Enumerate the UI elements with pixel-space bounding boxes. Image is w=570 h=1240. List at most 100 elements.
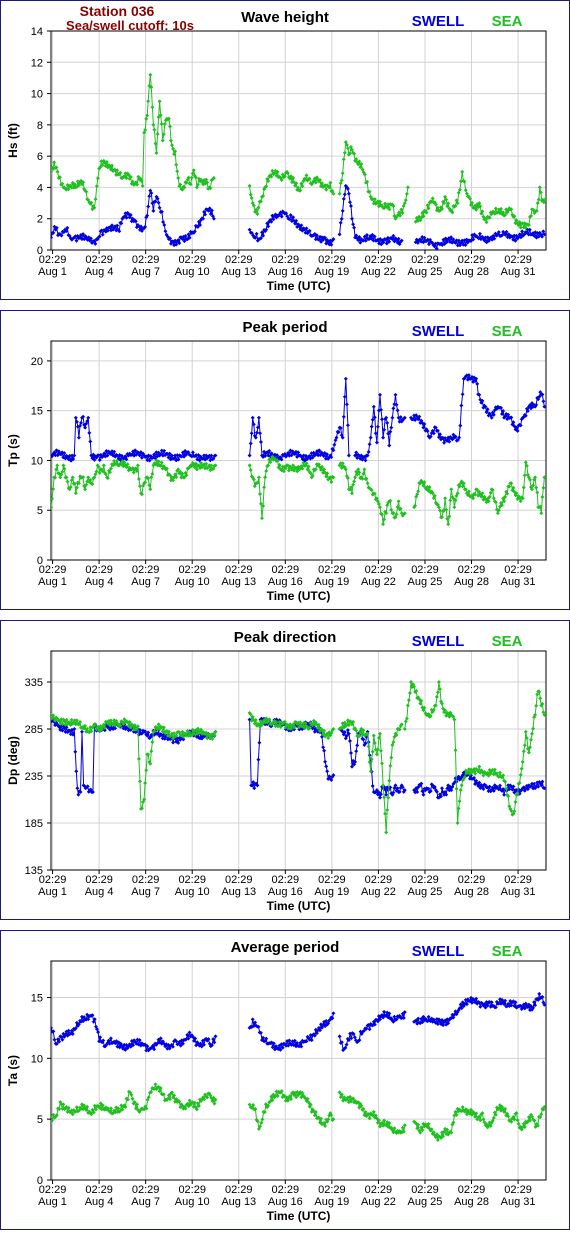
data-point <box>381 522 386 527</box>
y-tick-label: 10 <box>31 1053 43 1065</box>
data-point <box>362 467 367 472</box>
peak-direction-panel: 135 185 235 285 335 02:29 Aug 1 02:29 Aug 4 02:29… <box>0 620 570 920</box>
data-point <box>531 726 536 731</box>
data-point <box>371 733 376 738</box>
data-point <box>147 194 152 199</box>
data-point <box>101 463 106 468</box>
data-point <box>340 171 345 176</box>
data-point <box>260 1117 265 1122</box>
y-axis-label: Ta (s) <box>6 1055 20 1086</box>
data-point <box>539 511 544 516</box>
peak-period-panel: 0 5 10 15 20 02:29 Aug 1 02:29 Aug 4 02:29 Aug 7 02… <box>0 310 570 610</box>
data-point <box>416 489 421 494</box>
data-point <box>390 415 395 420</box>
data-point <box>213 1034 218 1039</box>
x-tick-date: Aug 19 <box>314 576 349 588</box>
average-period-chart: 05101502:29Aug 102:29Aug 402:29Aug 702:2… <box>6 939 547 1223</box>
data-point <box>540 495 545 499</box>
data-point <box>484 220 489 225</box>
data-point <box>258 431 262 436</box>
x-tick-time: 02:29 <box>39 254 67 266</box>
x-tick-time: 02:29 <box>132 564 160 576</box>
data-point <box>526 750 531 755</box>
data-point <box>460 169 465 174</box>
data-point <box>459 783 464 788</box>
data-point <box>346 453 351 458</box>
data-point <box>256 415 261 420</box>
data-point <box>367 442 372 447</box>
chart-title: Wave height <box>241 9 329 26</box>
y-tick-label: 10 <box>31 89 43 101</box>
data-point <box>146 204 151 209</box>
data-point <box>448 498 453 503</box>
data-point <box>155 132 160 136</box>
data-point <box>430 196 435 201</box>
data-point <box>324 764 329 769</box>
x-tick-date: Aug 22 <box>361 1196 396 1208</box>
x-tick-date: Aug 10 <box>175 266 210 278</box>
data-point <box>55 169 60 174</box>
x-tick-time: 02:29 <box>458 874 486 886</box>
x-tick-time: 02:29 <box>132 1184 160 1196</box>
data-point <box>457 799 462 804</box>
data-point <box>353 475 358 480</box>
data-point <box>250 415 255 420</box>
data-point <box>151 208 156 213</box>
x-tick-date: Aug 1 <box>38 886 67 898</box>
x-tick-date: Aug 25 <box>408 576 443 588</box>
x-tick-time: 02:29 <box>504 254 532 266</box>
data-point <box>389 507 394 512</box>
data-point <box>352 479 357 484</box>
data-point <box>144 768 149 773</box>
data-point <box>350 216 354 221</box>
data-point <box>75 786 80 791</box>
data-point <box>443 496 448 501</box>
data-point <box>535 201 540 206</box>
data-point <box>150 471 155 476</box>
data-point <box>338 220 343 225</box>
x-tick-time: 02:29 <box>178 564 206 576</box>
data-point <box>252 786 257 791</box>
data-point <box>538 696 543 701</box>
chart-title: Peak direction <box>234 629 337 646</box>
y-tick-label: 6 <box>37 151 43 163</box>
data-point <box>403 198 408 203</box>
data-point <box>455 821 460 825</box>
data-point <box>100 232 105 237</box>
data-point <box>348 739 352 743</box>
data-point <box>348 200 352 205</box>
data-point <box>522 473 527 478</box>
x-tick-time: 02:29 <box>504 564 532 576</box>
y-tick-label: 285 <box>25 724 43 736</box>
data-point <box>368 435 373 440</box>
data-point <box>355 743 360 748</box>
data-point <box>370 784 375 788</box>
x-tick-date: Aug 19 <box>314 266 349 278</box>
average-period-panel: 0 5 10 15 02:29 Aug 1 02:29 Aug 4 02:29 Aug 7 02:2… <box>0 930 570 1230</box>
data-point <box>405 703 410 708</box>
data-point <box>86 415 91 420</box>
data-point <box>349 751 353 755</box>
y-tick-label: 335 <box>25 677 43 689</box>
data-point <box>395 408 400 413</box>
data-point <box>404 191 409 196</box>
x-tick-time: 02:29 <box>411 564 439 576</box>
data-point <box>513 800 518 804</box>
series-line <box>415 171 546 229</box>
legend-sea: SEA <box>492 13 523 30</box>
x-tick-time: 02:29 <box>365 564 393 576</box>
data-point <box>452 505 457 510</box>
data-point <box>382 1009 387 1014</box>
data-point <box>396 499 401 504</box>
x-tick-date: Aug 31 <box>501 266 536 278</box>
x-tick-date: Aug 16 <box>268 1196 303 1208</box>
data-point <box>87 430 92 435</box>
x-tick-time: 02:29 <box>504 1184 532 1196</box>
data-point <box>366 744 371 749</box>
y-tick-label: 14 <box>31 26 43 38</box>
y-axis-label: Dp (deg) <box>6 736 20 785</box>
data-point <box>446 522 451 527</box>
data-point <box>136 756 141 761</box>
y-tick-label: 15 <box>31 406 43 418</box>
data-point <box>322 748 327 753</box>
